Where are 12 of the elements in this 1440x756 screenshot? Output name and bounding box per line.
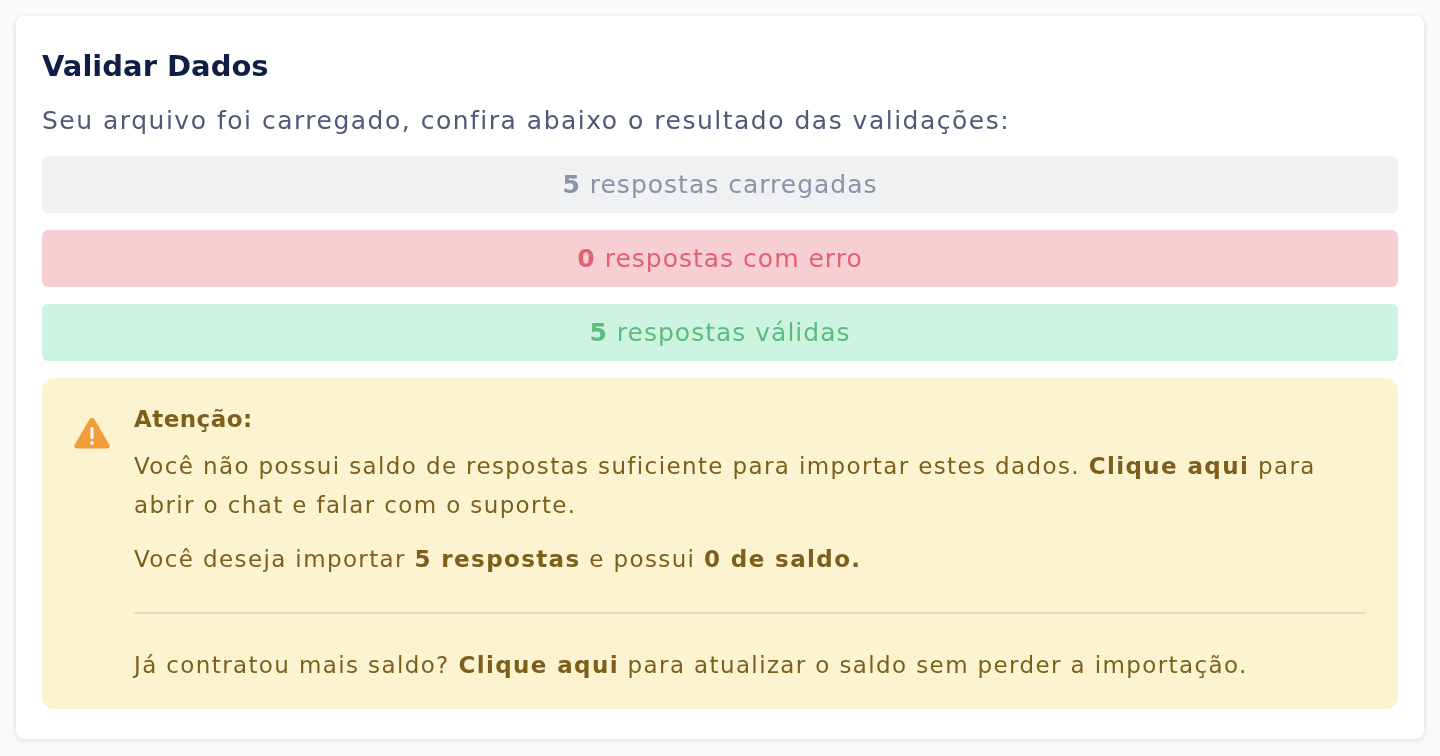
alert-message: Você não possui saldo de respostas suficiente para importar estes dados. Clique aqui para abrir o chat e falar com o suporte. [134,452,1317,520]
error-count-bar: 0 respostas com erro [42,230,1398,287]
alert-message: Você deseja importar 5 respostas e possui 0 de saldo. [134,545,863,574]
update-balance-link[interactable]: Clique aqui [458,652,619,678]
valid-count-bar: 5 respostas válidas [42,304,1398,361]
chat-link[interactable]: Clique aqui [1088,453,1250,479]
warning-icon [74,417,110,449]
card-title: Validar Dados [42,49,270,83]
alert-title: Atenção: [134,405,254,434]
card-subtitle: Seu arquivo foi carregado, confira abaixo o resultado das validações: [42,105,1012,137]
alert-footer-message: Já contratou mais saldo? Clique aqui para atualizar o saldo sem perder a importação. [134,651,1249,680]
loaded-count-bar: 5 respostas carregadas [42,156,1398,213]
